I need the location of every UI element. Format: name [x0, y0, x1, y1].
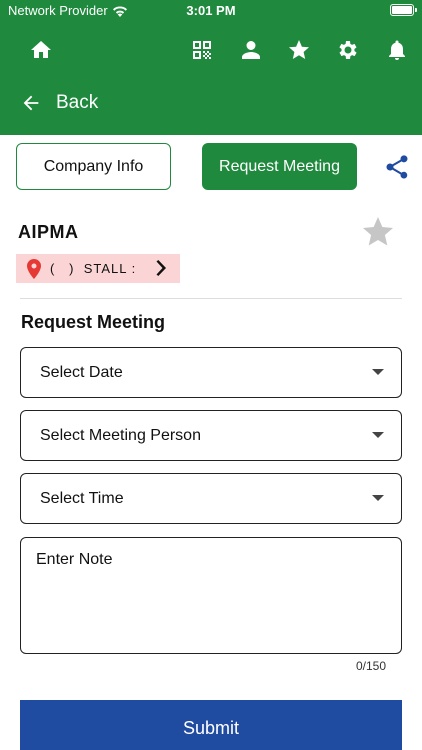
note-placeholder: Enter Note [36, 551, 113, 568]
select-person-label: Select Meeting Person [40, 426, 201, 444]
stall-text: ( ) STALL : [50, 261, 137, 276]
select-date-label: Select Date [40, 363, 123, 381]
caret-down-icon [372, 369, 384, 375]
person-icon[interactable] [237, 36, 265, 64]
home-icon[interactable] [27, 36, 55, 64]
submit-button[interactable]: Submit [20, 700, 402, 750]
request-meeting-title: Request Meeting [21, 312, 166, 332]
caret-down-icon [372, 432, 384, 438]
stall-location-link[interactable]: ( ) STALL : [16, 254, 180, 283]
bell-icon[interactable] [383, 36, 411, 64]
back-label: Back [56, 92, 99, 113]
company-info-button[interactable]: Company Info [16, 143, 171, 190]
location-pin-icon [24, 258, 44, 280]
select-date-dropdown[interactable]: Select Date [20, 347, 402, 398]
top-toolbar [0, 30, 422, 70]
select-time-label: Select Time [40, 489, 124, 507]
status-bar: Network Provider 3:01 PM [0, 0, 422, 22]
chevron-right-icon [152, 259, 168, 277]
share-icon[interactable] [383, 153, 411, 181]
request-meeting-button[interactable]: Request Meeting [202, 143, 357, 190]
star-icon[interactable] [285, 36, 313, 64]
settings-icon[interactable] [334, 36, 362, 64]
caret-down-icon [372, 495, 384, 501]
select-time-dropdown[interactable]: Select Time [20, 473, 402, 524]
qr-code-icon[interactable] [188, 36, 216, 64]
battery-icon [390, 4, 417, 16]
note-char-counter: 0/150 [355, 659, 386, 673]
app-header: Network Provider 3:01 PM Back [0, 0, 422, 135]
company-name: AIPMA [18, 222, 79, 242]
status-time: 3:01 PM [186, 3, 236, 18]
select-person-dropdown[interactable]: Select Meeting Person [20, 410, 402, 461]
favorite-star-icon[interactable] [360, 214, 396, 250]
arrow-left-icon [23, 95, 39, 111]
divider [20, 298, 402, 299]
note-textarea[interactable]: Enter Note [20, 537, 402, 654]
back-button[interactable]: Back [20, 92, 98, 114]
